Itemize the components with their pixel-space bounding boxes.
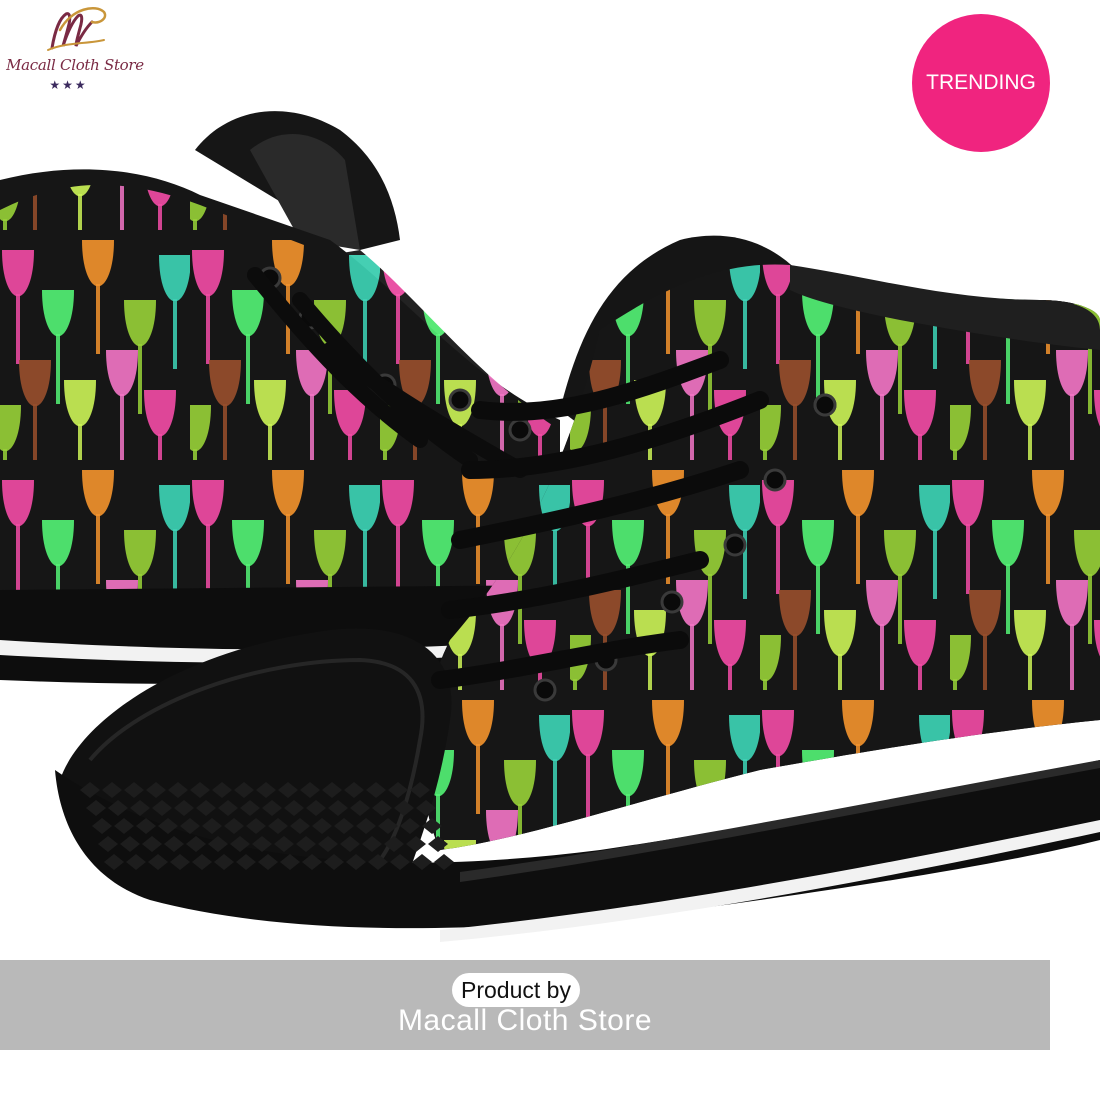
sneakers-image: [0, 111, 1100, 942]
trending-label: TRENDING: [926, 71, 1036, 94]
store-logo: Macall Cloth Store ★★★: [0, 0, 150, 100]
logo-name: Macall Cloth Store: [6, 56, 144, 74]
trending-badge: TRENDING: [912, 14, 1050, 152]
product-by-label: Product by: [452, 973, 580, 1007]
product-photo: Macall Cloth Store ★★★ TRENDING Product …: [0, 0, 1100, 1100]
logo-monogram-icon: [47, 7, 107, 51]
banner-store-name: Macall Cloth Store: [397, 1004, 653, 1037]
logo-stars: ★★★: [49, 78, 88, 92]
